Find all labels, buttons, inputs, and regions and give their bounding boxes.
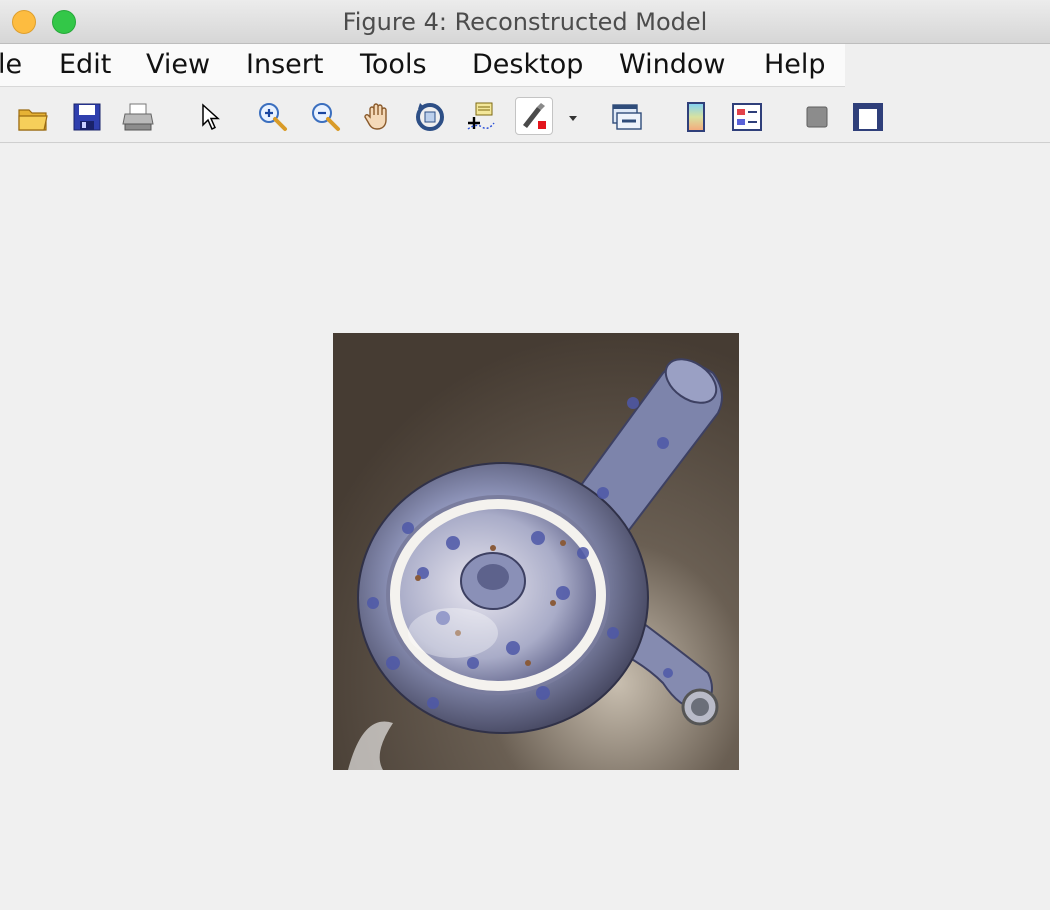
menu-edit[interactable]: Edit (55, 49, 115, 80)
menu-tools[interactable]: Tools (356, 49, 431, 80)
menu-view[interactable]: View (142, 49, 214, 80)
colorbar-icon[interactable] (679, 100, 713, 134)
open-folder-icon[interactable] (16, 100, 50, 134)
figure-canvas[interactable] (0, 144, 1050, 910)
zoom-in-icon[interactable] (256, 100, 290, 134)
teapot-render-image (333, 333, 739, 770)
link-plot-icon[interactable] (610, 100, 644, 134)
menu-strip: le Edit View Insert Tools Desktop Window… (0, 44, 845, 87)
hide-plot-tools-icon[interactable] (800, 100, 834, 134)
menu-bar: le Edit View Insert Tools Desktop Window… (0, 44, 1050, 88)
title-bar: Figure 4: Reconstructed Model (0, 0, 1050, 44)
figure-toolbar (0, 88, 1050, 143)
brush-dropdown-icon[interactable] (566, 110, 580, 124)
menu-window[interactable]: Window (615, 49, 729, 80)
menu-help[interactable]: Help (760, 49, 830, 80)
legend-icon[interactable] (730, 100, 764, 134)
menu-file[interactable]: le (0, 49, 26, 80)
zoom-out-icon[interactable] (309, 100, 343, 134)
rotate-3d-icon[interactable] (413, 100, 447, 134)
pan-icon[interactable] (361, 100, 395, 134)
pointer-icon[interactable] (192, 100, 226, 134)
brush-icon[interactable] (515, 97, 553, 135)
data-cursor-icon[interactable] (464, 100, 498, 134)
window-title: Figure 4: Reconstructed Model (342, 8, 708, 36)
menu-insert[interactable]: Insert (242, 49, 327, 80)
show-plot-tools-icon[interactable] (851, 100, 885, 134)
print-icon[interactable] (121, 100, 155, 134)
save-icon[interactable] (70, 100, 104, 134)
menu-desktop[interactable]: Desktop (468, 49, 587, 80)
